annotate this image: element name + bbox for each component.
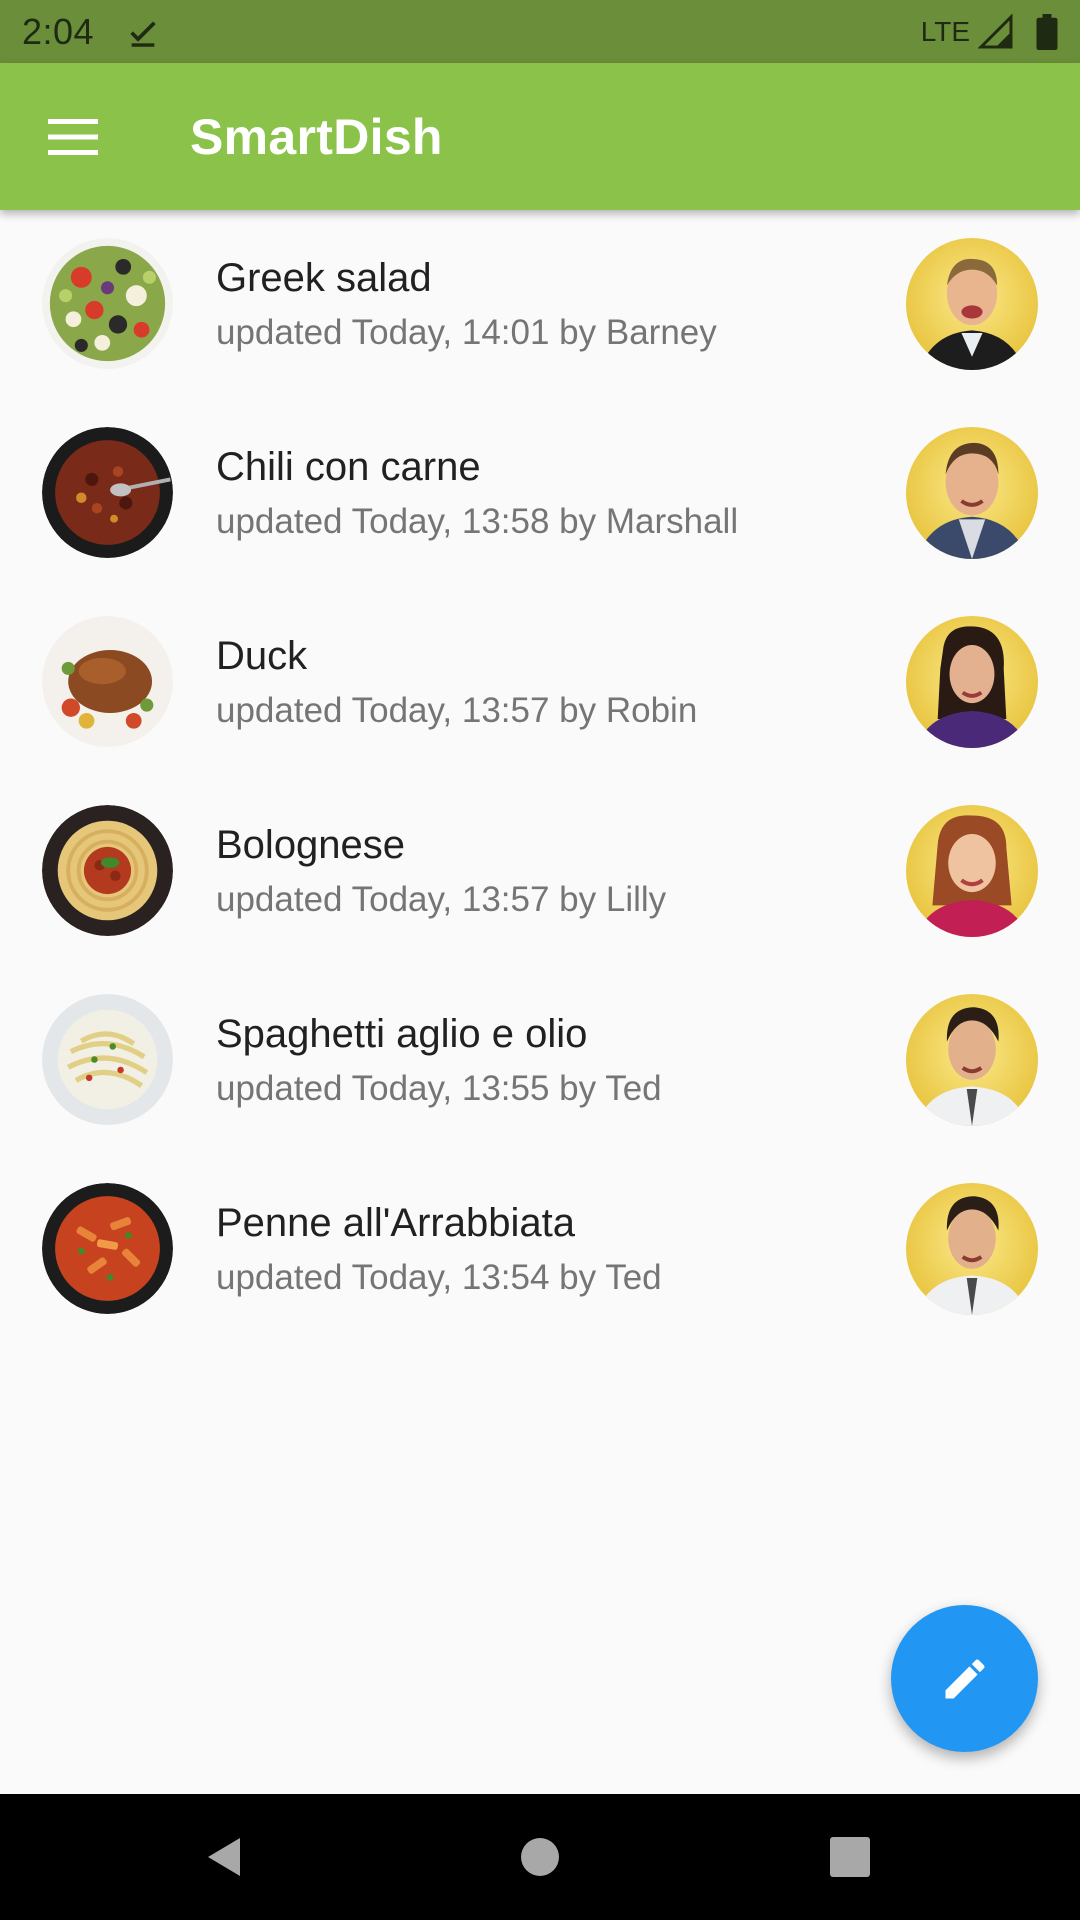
dish-photo-duck: [42, 616, 173, 747]
status-bar: 2:04 LTE: [0, 0, 1080, 63]
screen: 2:04 LTE SmartDish Greek salad updated T…: [0, 0, 1080, 1920]
network-type-label: LTE: [920, 15, 970, 47]
list-item[interactable]: Chili con carne updated Today, 13:58 by …: [0, 399, 1080, 588]
dish-subtitle: updated Today, 14:01 by Barney: [216, 313, 717, 352]
edit-pencil-icon: [945, 1658, 985, 1698]
dish-subtitle: updated Today, 13:55 by Ted: [216, 1069, 662, 1108]
home-icon[interactable]: [507, 1824, 573, 1890]
system-nav-bar: [0, 1794, 1080, 1920]
dish-subtitle: updated Today, 13:57 by Lilly: [216, 880, 667, 919]
list-item-text: Duck updated Today, 13:57 by Robin: [216, 632, 697, 735]
dish-title: Duck: [216, 634, 308, 678]
list-item[interactable]: Duck updated Today, 13:57 by Robin: [0, 588, 1080, 777]
user-avatar-robin: [906, 616, 1038, 748]
dish-title: Greek salad: [216, 256, 432, 300]
dish-photo-penne-arrabbiata: [42, 1183, 173, 1314]
list-item[interactable]: Greek salad updated Today, 14:01 by Barn…: [0, 210, 1080, 399]
dish-photo-chili-con-carne: [42, 427, 173, 558]
app-title: SmartDish: [190, 108, 443, 165]
dish-title: Chili con carne: [216, 445, 481, 489]
battery-icon: [1036, 13, 1058, 50]
hamburger-menu-icon: [48, 118, 98, 155]
list-item-text: Penne all'Arrabbiata updated Today, 13:5…: [216, 1199, 662, 1302]
download-done-icon: [130, 20, 156, 47]
dish-title: Bolognese: [216, 823, 406, 867]
dish-subtitle: updated Today, 13:58 by Marshall: [216, 502, 739, 541]
dish-title: Spaghetti aglio e olio: [216, 1012, 588, 1056]
user-avatar-ted: [906, 994, 1038, 1126]
dish-title: Penne all'Arrabbiata: [216, 1201, 575, 1245]
list-item-text: Greek salad updated Today, 14:01 by Barn…: [216, 254, 717, 357]
dish-photo-greek-salad: [42, 238, 173, 369]
back-icon[interactable]: [196, 1824, 262, 1890]
status-time: 2:04: [22, 10, 95, 52]
edit-fab-button[interactable]: [891, 1605, 1038, 1752]
menu-button[interactable]: [0, 63, 146, 210]
dish-subtitle: updated Today, 13:57 by Robin: [216, 691, 698, 730]
list-item[interactable]: Penne all'Arrabbiata updated Today, 13:5…: [0, 1155, 1080, 1344]
dish-photo-bolognese: [42, 805, 173, 936]
user-avatar-marshall: [906, 427, 1038, 559]
user-avatar-ted: [906, 1183, 1038, 1315]
app-bar: SmartDish: [0, 63, 1080, 210]
list-item-text: Bolognese updated Today, 13:57 by Lilly: [216, 821, 666, 924]
list-item-text: Chili con carne updated Today, 13:58 by …: [216, 443, 738, 546]
user-avatar-barney: [906, 238, 1038, 370]
list-item-text: Spaghetti aglio e olio updated Today, 13…: [216, 1010, 662, 1113]
list-item[interactable]: Bolognese updated Today, 13:57 by Lilly: [0, 777, 1080, 966]
user-avatar-lilly: [906, 805, 1038, 937]
dish-photo-spaghetti-aglio-e-olio: [42, 994, 173, 1125]
signal-icon: [978, 13, 1013, 48]
list-item[interactable]: Spaghetti aglio e olio updated Today, 13…: [0, 966, 1080, 1155]
dish-subtitle: updated Today, 13:54 by Ted: [216, 1258, 662, 1297]
recents-icon[interactable]: [817, 1824, 883, 1890]
status-indicators: LTE: [920, 13, 1058, 50]
recipe-list: Greek salad updated Today, 14:01 by Barn…: [0, 210, 1080, 1344]
